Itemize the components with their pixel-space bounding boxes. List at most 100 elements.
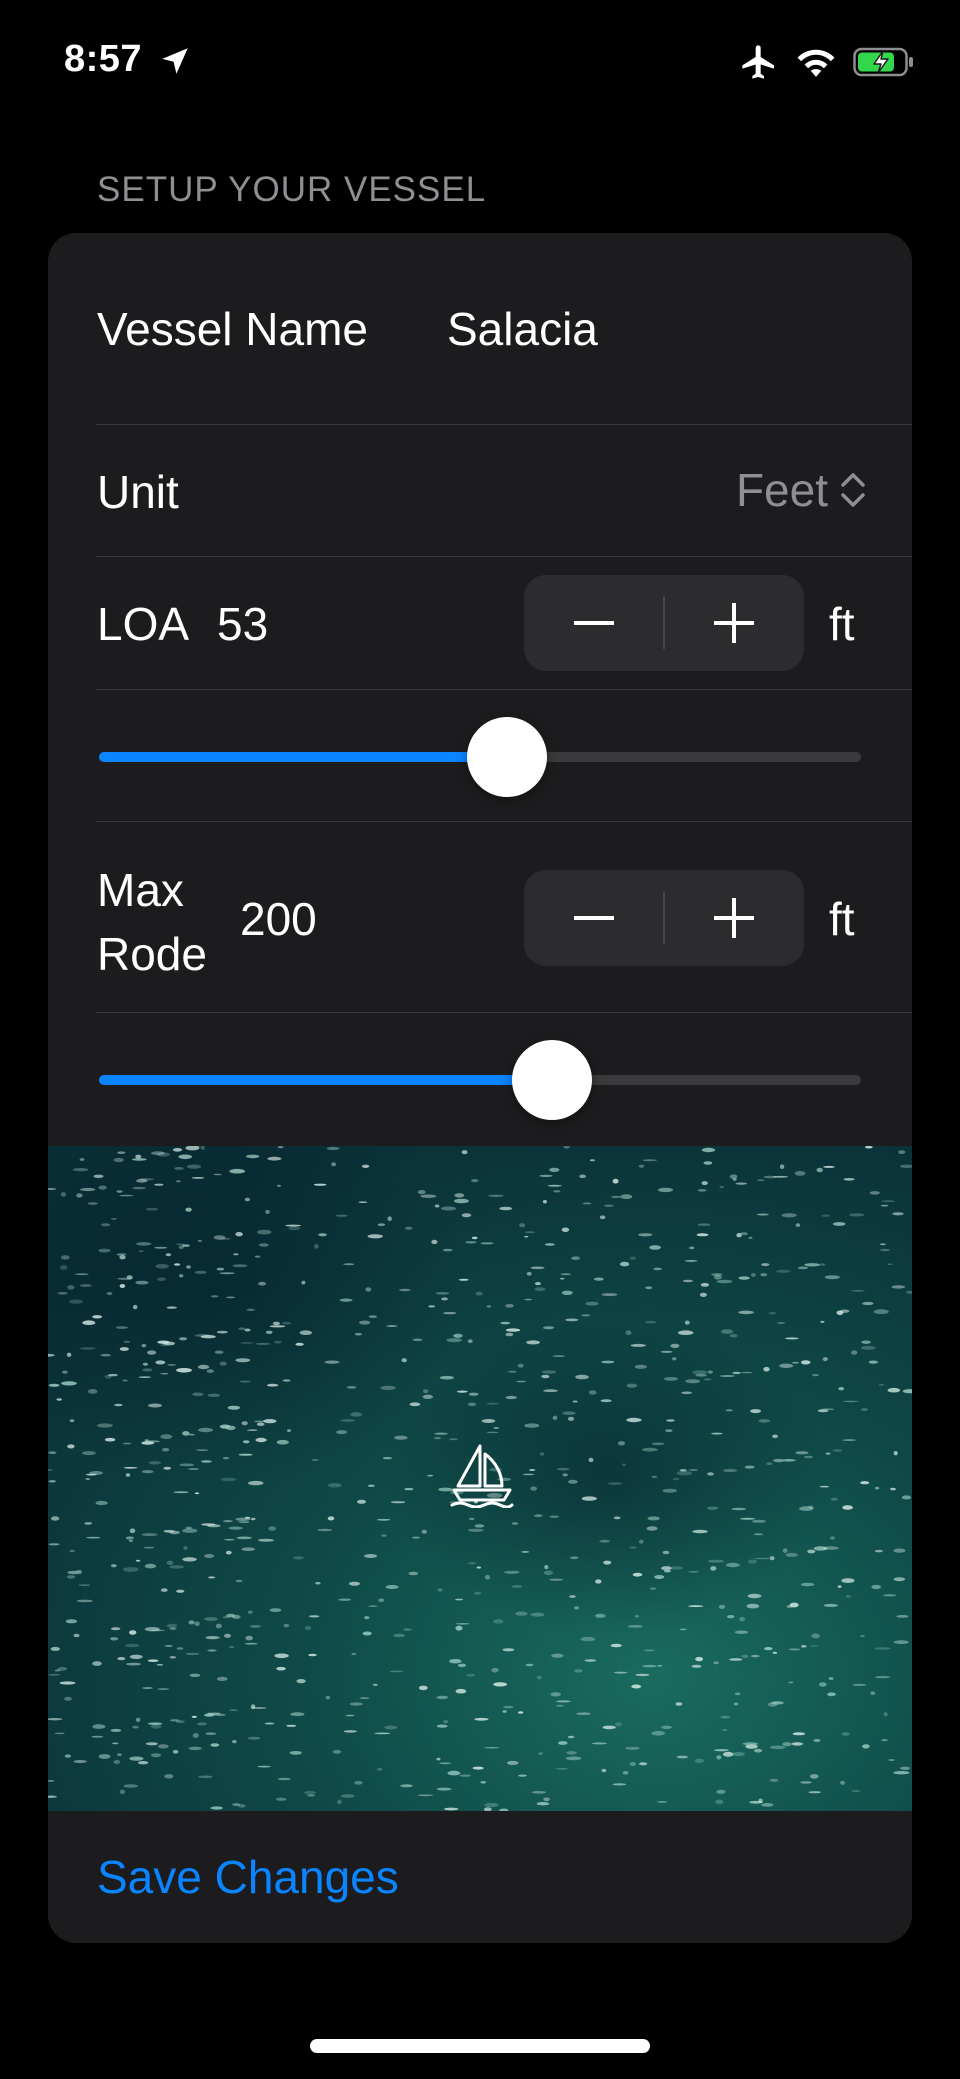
water-glint (296, 1679, 306, 1684)
water-glint (295, 1342, 304, 1346)
unit-picker[interactable]: Feet (736, 463, 868, 517)
water-glint (317, 1528, 333, 1532)
water-glint (719, 1185, 724, 1189)
water-glint (433, 1436, 441, 1440)
water-glint (289, 1751, 302, 1755)
water-glint (454, 1193, 465, 1198)
water-glint (666, 1419, 675, 1422)
water-glint (122, 1442, 132, 1445)
water-glint (119, 1194, 134, 1197)
water-glint (443, 1720, 449, 1724)
water-glint (368, 1315, 377, 1318)
water-glint (60, 1192, 66, 1197)
water-glint (721, 1329, 733, 1334)
max-rode-increment-button[interactable] (664, 870, 804, 966)
water-glint (727, 1615, 735, 1619)
water-glint (349, 1581, 360, 1586)
vessel-name-field[interactable]: Salacia (447, 302, 598, 356)
water-glint (66, 1575, 76, 1579)
location-arrow-icon (162, 48, 188, 74)
water-glint (533, 1514, 543, 1518)
water-glint (524, 1235, 529, 1238)
water-glint (685, 1379, 701, 1384)
loa-row: LOA 53 ft (48, 557, 912, 689)
water-glint (277, 1146, 284, 1149)
water-glint (148, 1461, 162, 1465)
water-glint (307, 1794, 316, 1797)
water-glint (132, 1158, 147, 1161)
water-glint (210, 1295, 219, 1298)
water-glint (213, 1173, 222, 1176)
water-glint (645, 1286, 653, 1290)
water-glint (761, 1803, 774, 1807)
water-glint (198, 1427, 213, 1433)
sailboat-icon (450, 1444, 514, 1508)
water-glint (288, 1226, 301, 1231)
water-glint (619, 1261, 630, 1267)
water-glint (98, 1754, 111, 1759)
water-glint (132, 1304, 138, 1310)
water-glint (272, 1321, 280, 1326)
water-glint (879, 1248, 891, 1252)
water-glint (299, 1330, 312, 1335)
water-glint (340, 1419, 356, 1422)
save-changes-button[interactable]: Save Changes (97, 1850, 399, 1904)
water-glint (122, 1379, 128, 1382)
loa-slider-thumb[interactable] (466, 717, 547, 797)
water-glint (530, 1612, 545, 1617)
water-glint (511, 1522, 519, 1525)
max-rode-slider-thumb[interactable] (512, 1040, 593, 1120)
water-glint (367, 1484, 375, 1487)
water-glint (555, 1700, 571, 1703)
water-glint (119, 1284, 126, 1288)
water-glint (878, 1384, 885, 1386)
water-glint (258, 1538, 274, 1542)
max-rode-decrement-button[interactable] (524, 870, 664, 966)
water-glint (326, 1146, 340, 1151)
water-glint (157, 1688, 170, 1690)
water-glint (517, 1363, 524, 1368)
water-glint (530, 1486, 537, 1491)
water-glint (488, 1194, 504, 1197)
water-glint (97, 1423, 113, 1428)
water-glint (731, 1507, 747, 1511)
max-rode-slider[interactable] (99, 1075, 861, 1085)
water-glint (591, 1742, 607, 1745)
water-glint (713, 1661, 719, 1665)
minus-icon (574, 916, 614, 920)
water-glint (657, 1187, 674, 1193)
map-view[interactable] (48, 1146, 912, 1811)
water-glint (467, 1561, 477, 1565)
loa-decrement-button[interactable] (524, 575, 664, 671)
water-glint (634, 1364, 647, 1369)
water-glint (400, 1784, 413, 1788)
water-glint (550, 1692, 561, 1697)
water-glint (467, 1339, 473, 1344)
water-glint (446, 1338, 462, 1343)
water-glint (204, 1617, 219, 1621)
water-glint (285, 1224, 301, 1227)
loa-increment-button[interactable] (664, 575, 804, 671)
water-glint (823, 1165, 835, 1168)
max-rode-label-line2: Rode (97, 928, 207, 980)
water-glint (179, 1274, 184, 1278)
water-glint (649, 1245, 661, 1250)
water-glint (595, 1613, 606, 1618)
water-glint (547, 1184, 562, 1187)
water-glint (84, 1522, 93, 1525)
water-glint (722, 1751, 734, 1757)
water-glint (842, 1505, 853, 1510)
water-glint (386, 1325, 398, 1327)
water-glint (69, 1549, 75, 1553)
water-glint (588, 1457, 594, 1463)
water-glint (86, 1536, 101, 1539)
water-glint (399, 1288, 411, 1292)
water-glint (236, 1536, 252, 1540)
water-glint (241, 1547, 256, 1551)
water-glint (235, 1232, 243, 1237)
water-glint (197, 1722, 207, 1726)
home-indicator[interactable] (310, 2039, 650, 2053)
water-glint (684, 1260, 698, 1262)
water-glint (157, 1277, 166, 1281)
water-glint (581, 1314, 591, 1317)
